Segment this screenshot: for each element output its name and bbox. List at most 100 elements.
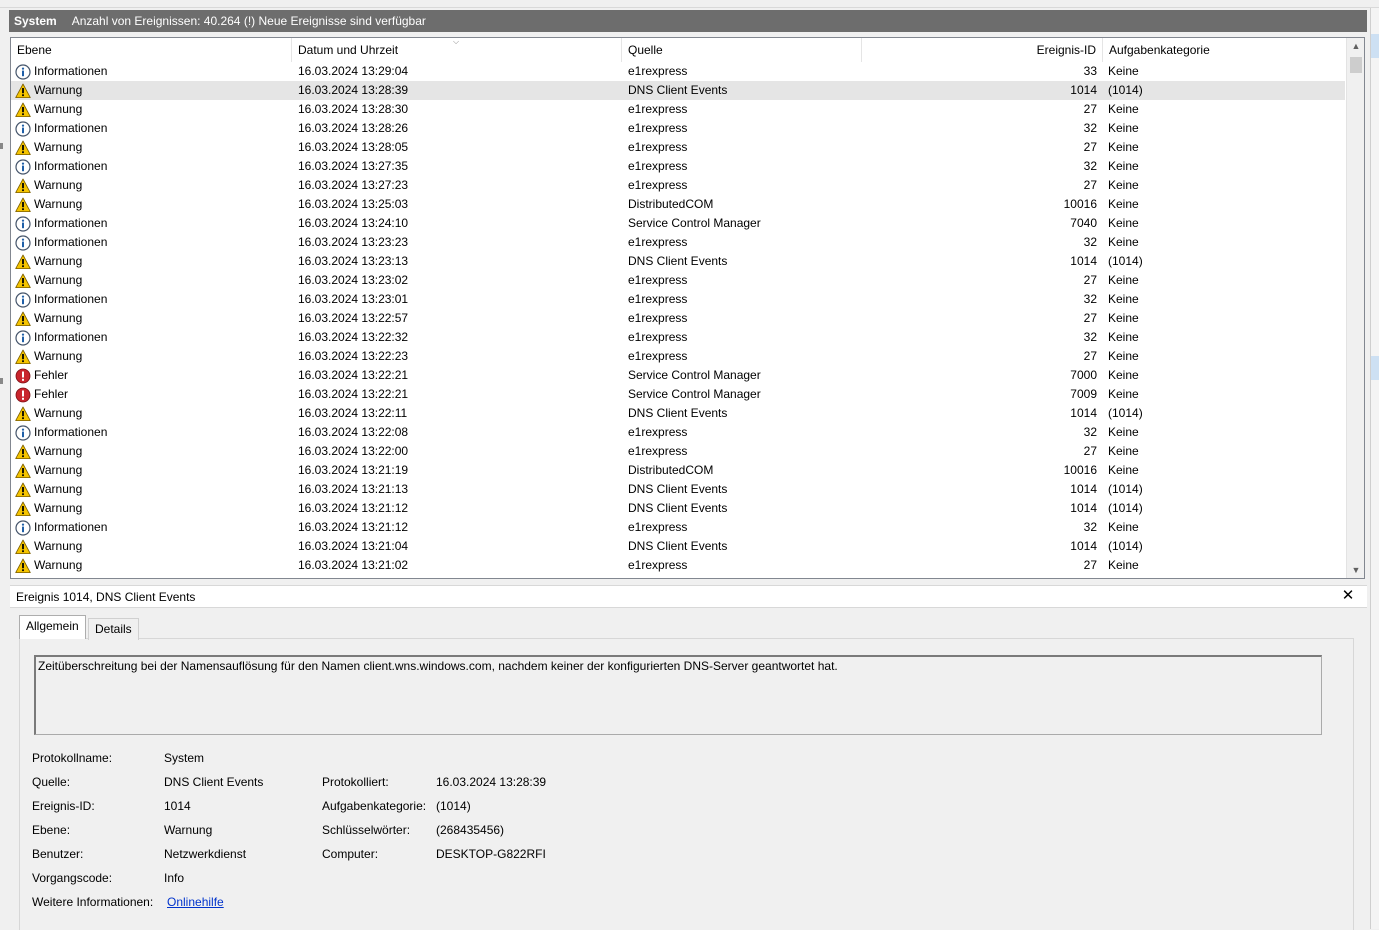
event-id-cell: 27: [1083, 444, 1097, 458]
level-text: Warnung: [34, 140, 83, 154]
event-row[interactable]: Informationen 16.03.2024 13:22:08 e1rexpre…: [11, 423, 1345, 442]
tab-general[interactable]: Allgemein: [19, 615, 86, 639]
date-cell: 16.03.2024 13:21:02: [298, 558, 409, 572]
event-row[interactable]: Informationen 16.03.2024 13:24:10 Service …: [11, 214, 1345, 233]
level-cell: Informationen: [15, 119, 291, 138]
category-cell: Keine: [1108, 102, 1139, 116]
date-cell: 16.03.2024 13:22:00: [298, 444, 409, 458]
level-cell: Warnung: [15, 252, 291, 271]
event-row[interactable]: Warnung 16.03.2024 13:21:04 DNS Client Eve…: [11, 537, 1345, 556]
log-title-bar: System Anzahl von Ereignissen: 40.264 (!…: [9, 10, 1367, 32]
source-cell: DNS Client Events: [628, 482, 728, 496]
event-row[interactable]: Informationen 16.03.2024 13:28:26 e1rexpre…: [11, 119, 1345, 138]
vertical-scrollbar[interactable]: ▲ ▼: [1346, 38, 1364, 578]
event-row[interactable]: Informationen 16.03.2024 13:23:01 e1rexpre…: [11, 290, 1345, 309]
level-text: Informationen: [34, 216, 108, 230]
event-row[interactable]: Informationen 16.03.2024 13:27:35 e1rexpre…: [11, 157, 1345, 176]
label-source: Quelle:: [32, 775, 71, 789]
event-row[interactable]: Informationen 16.03.2024 13:23:23 e1rexpre…: [11, 233, 1345, 252]
value-task-category: (1014): [436, 799, 471, 813]
event-id-cell: 10016: [1063, 463, 1097, 477]
value-level: Warnung: [164, 823, 213, 837]
warning-icon: [15, 83, 31, 99]
event-row[interactable]: Warnung 16.03.2024 13:22:11 DNS Client Eve…: [11, 404, 1345, 423]
event-row[interactable]: Warnung 16.03.2024 13:23:13 DNS Client Eve…: [11, 252, 1345, 271]
source-cell: DNS Client Events: [628, 539, 728, 553]
source-cell: DNS Client Events: [628, 83, 728, 97]
event-row[interactable]: Informationen 16.03.2024 13:21:12 e1rexpre…: [11, 518, 1345, 537]
date-cell: 16.03.2024 13:21:19: [298, 463, 409, 477]
warning-icon: [15, 140, 31, 156]
category-cell: (1014): [1108, 539, 1143, 553]
date-cell: 16.03.2024 13:28:39: [298, 83, 409, 97]
value-opcode: Info: [164, 871, 185, 885]
close-icon[interactable]: ✕: [1340, 587, 1356, 605]
level-cell: Warnung: [15, 309, 291, 328]
date-cell: 16.03.2024 13:27:23: [298, 178, 409, 192]
event-row[interactable]: Warnung 16.03.2024 13:28:05 e1rexpress 27 Ke…: [11, 138, 1345, 157]
info-icon: [15, 291, 31, 308]
event-row[interactable]: Warnung 16.03.2024 13:22:57 e1rexpress 27 Ke…: [11, 309, 1345, 328]
column-source[interactable]: Quelle: [622, 38, 862, 62]
event-row[interactable]: Warnung 16.03.2024 13:21:19 DistributedCOM…: [11, 461, 1345, 480]
category-cell: Keine: [1108, 558, 1139, 572]
info-icon: [15, 158, 31, 175]
source-cell: e1rexpress: [628, 140, 688, 154]
event-row[interactable]: Warnung 16.03.2024 13:22:23 e1rexpress 27 Ke…: [11, 347, 1345, 366]
event-row[interactable]: Warnung 16.03.2024 13:22:00 e1rexpress 27 Ke…: [11, 442, 1345, 461]
event-row[interactable]: Warnung 16.03.2024 13:21:02 e1rexpress 27 Ke…: [11, 556, 1345, 575]
date-cell: 16.03.2024 13:21:04: [298, 539, 409, 553]
level-cell: Warnung: [15, 81, 291, 100]
event-description[interactable]: Zeitüberschreitung bei der Namensauflösu…: [34, 655, 1322, 735]
event-id-cell: 32: [1083, 159, 1097, 173]
event-id-cell: 32: [1083, 425, 1097, 439]
online-help-link[interactable]: Onlinehilfe: [167, 895, 224, 909]
column-event-id[interactable]: Ereignis-ID: [862, 38, 1103, 62]
date-cell: 16.03.2024 13:28:26: [298, 121, 409, 135]
source-cell: e1rexpress: [628, 121, 688, 135]
column-level[interactable]: Ebene: [11, 38, 292, 62]
event-row[interactable]: Warnung 16.03.2024 13:21:13 DNS Client Eve…: [11, 480, 1345, 499]
warning-icon: [15, 254, 31, 270]
date-cell: 16.03.2024 13:21:12: [298, 501, 409, 515]
event-row[interactable]: Fehler 16.03.2024 13:22:21 Service Control…: [11, 385, 1345, 404]
category-cell: (1014): [1108, 83, 1143, 97]
warning-icon: [15, 558, 31, 574]
event-row[interactable]: Warnung 16.03.2024 13:21:12 DNS Client Eve…: [11, 499, 1345, 518]
event-row[interactable]: Warnung 16.03.2024 13:27:23 e1rexpress 27 Ke…: [11, 176, 1345, 195]
level-cell: Warnung: [15, 480, 291, 499]
category-cell: Keine: [1108, 159, 1139, 173]
level-text: Warnung: [34, 197, 83, 211]
event-id-cell: 27: [1083, 311, 1097, 325]
level-cell: Warnung: [15, 138, 291, 157]
scrollbar-thumb[interactable]: [1350, 57, 1362, 73]
chevron-up-icon[interactable]: ▲: [1347, 38, 1364, 54]
label-more-info: Weitere Informationen:: [32, 895, 154, 909]
event-rows: Informationen 16.03.2024 13:29:04 e1rexpre…: [11, 62, 1345, 575]
tab-details[interactable]: Details: [88, 618, 139, 640]
level-cell: Warnung: [15, 442, 291, 461]
event-list[interactable]: Ebene Datum und Uhrzeit ⌵ Quelle Ereigni…: [10, 37, 1365, 579]
warning-icon: [15, 406, 31, 422]
label-event-id: Ereignis-ID:: [32, 799, 95, 813]
chevron-down-icon[interactable]: ▼: [1347, 562, 1364, 578]
event-row[interactable]: Warnung 16.03.2024 13:25:03 DistributedCOM…: [11, 195, 1345, 214]
event-row[interactable]: Warnung 16.03.2024 13:28:30 e1rexpress 27 Ke…: [11, 100, 1345, 119]
column-task-category[interactable]: Aufgabenkategorie: [1103, 38, 1345, 62]
warning-icon: [15, 349, 31, 365]
level-cell: Informationen: [15, 62, 291, 81]
warning-icon: [15, 539, 31, 555]
detail-header: Ereignis 1014, DNS Client Events ✕: [10, 586, 1367, 608]
level-text: Warnung: [34, 558, 83, 572]
event-row[interactable]: Warnung 16.03.2024 13:23:02 e1rexpress 27 Ke…: [11, 271, 1345, 290]
source-cell: DNS Client Events: [628, 406, 728, 420]
level-cell: Warnung: [15, 404, 291, 423]
level-cell: Warnung: [15, 271, 291, 290]
warning-icon: [15, 501, 31, 517]
event-row[interactable]: Fehler 16.03.2024 13:22:21 Service Control…: [11, 366, 1345, 385]
event-row[interactable]: Warnung 16.03.2024 13:28:39 DNS Client Eve…: [11, 81, 1345, 100]
event-row[interactable]: Informationen 16.03.2024 13:29:04 e1rexpre…: [11, 62, 1345, 81]
event-row[interactable]: Informationen 16.03.2024 13:22:32 e1rexpre…: [11, 328, 1345, 347]
date-cell: 16.03.2024 13:23:02: [298, 273, 409, 287]
category-cell: Keine: [1108, 216, 1139, 230]
